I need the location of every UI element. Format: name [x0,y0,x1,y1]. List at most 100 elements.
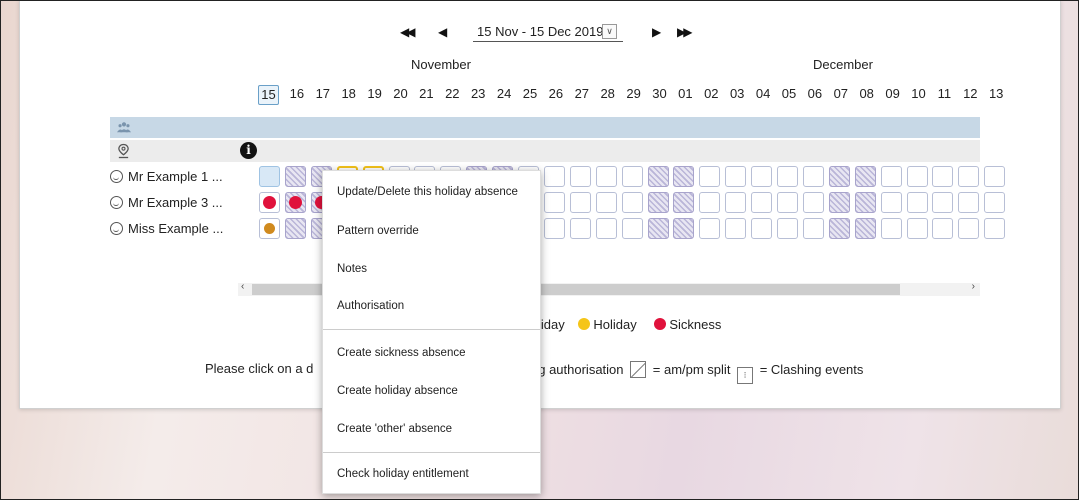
day-cell[interactable] [284,218,306,239]
day-cell[interactable] [751,166,773,187]
scroll-left-icon[interactable]: ‹ [241,281,244,292]
day-label[interactable]: 27 [569,85,595,103]
last-page-icon[interactable]: ▶▶ [677,22,693,42]
day-label[interactable]: 19 [362,85,388,103]
employee-row-3[interactable]: Miss Example ... [110,219,223,239]
day-label[interactable]: 30 [647,85,673,103]
day-label[interactable]: 24 [491,85,517,103]
day-cell[interactable] [854,218,876,239]
day-cell[interactable] [543,218,565,239]
day-cell[interactable] [569,192,591,213]
day-cell[interactable] [284,192,306,213]
first-page-icon[interactable]: ◀◀ [400,22,416,42]
day-cell[interactable] [647,192,669,213]
day-cell[interactable] [854,192,876,213]
day-cell[interactable] [828,166,850,187]
day-label[interactable]: 08 [854,85,880,103]
day-label[interactable]: 09 [880,85,906,103]
day-cell[interactable] [854,166,876,187]
day-cell[interactable] [880,218,902,239]
date-range-select[interactable]: 15 Nov - 15 Dec 2019 ∨ [473,23,623,42]
chevron-down-icon[interactable]: ∨ [602,24,617,39]
day-cell[interactable] [595,166,617,187]
day-cell[interactable] [569,218,591,239]
day-cell[interactable] [621,166,643,187]
menu-item-create-sickness[interactable]: Create sickness absence [323,338,540,368]
day-label[interactable]: 26 [543,85,569,103]
day-cell[interactable] [725,192,747,213]
info-icon[interactable]: i [240,142,257,159]
day-label[interactable]: 01 [672,85,698,103]
day-cell[interactable] [543,166,565,187]
day-label[interactable]: 04 [750,85,776,103]
menu-item-create-holiday[interactable]: Create holiday absence [323,376,540,406]
day-label[interactable]: 02 [698,85,724,103]
day-cell[interactable] [595,218,617,239]
prev-page-icon[interactable]: ◀ [438,22,447,42]
day-cell[interactable] [725,218,747,239]
day-cell[interactable] [751,218,773,239]
day-label[interactable]: 20 [388,85,414,103]
menu-item-authorisation[interactable]: Authorisation [323,291,540,321]
day-cell[interactable] [828,218,850,239]
day-cell[interactable] [673,192,695,213]
day-cell[interactable] [259,166,280,187]
day-cell[interactable] [621,218,643,239]
next-page-icon[interactable]: ▶ [652,22,661,42]
day-cell[interactable] [958,166,980,187]
day-cell[interactable] [932,166,954,187]
day-cell[interactable] [880,166,902,187]
day-label[interactable]: 21 [413,85,439,103]
day-cell[interactable] [259,218,280,239]
day-cell[interactable] [284,166,306,187]
day-cell[interactable] [984,218,1006,239]
day-label[interactable]: 10 [906,85,932,103]
day-cell[interactable] [595,192,617,213]
day-cell[interactable] [725,166,747,187]
day-cell[interactable] [880,192,902,213]
day-cell[interactable] [984,166,1006,187]
day-cell[interactable] [777,218,798,239]
day-cell[interactable] [259,192,280,213]
day-label[interactable]: 07 [828,85,854,103]
day-label[interactable]: 03 [724,85,750,103]
day-cell[interactable] [647,218,669,239]
day-label[interactable]: 06 [802,85,828,103]
employee-row-2[interactable]: Mr Example 3 ... [110,193,223,213]
day-label[interactable]: 12 [957,85,983,103]
day-label[interactable]: 15 [258,85,279,105]
scroll-right-icon[interactable]: › [972,281,975,292]
day-cell[interactable] [906,192,928,213]
day-label[interactable]: 25 [517,85,543,103]
day-cell[interactable] [906,218,928,239]
day-cell[interactable] [802,192,824,213]
day-label[interactable]: 18 [336,85,362,103]
day-cell[interactable] [802,166,824,187]
day-label[interactable]: 11 [931,85,957,103]
day-cell[interactable] [906,166,928,187]
day-label[interactable]: 23 [465,85,491,103]
day-cell[interactable] [828,192,850,213]
day-cell[interactable] [673,166,695,187]
day-cell[interactable] [699,192,721,213]
day-cell[interactable] [958,218,980,239]
day-cell[interactable] [777,192,798,213]
day-cell[interactable] [932,192,954,213]
day-cell[interactable] [802,218,824,239]
day-cell[interactable] [984,192,1006,213]
day-label[interactable]: 13 [983,85,1009,103]
menu-item-create-other[interactable]: Create 'other' absence [323,414,540,444]
day-label[interactable]: 17 [310,85,336,103]
day-cell[interactable] [958,192,980,213]
day-cell[interactable] [569,166,591,187]
menu-item-check-entitlement[interactable]: Check holiday entitlement [323,459,540,489]
day-label[interactable]: 29 [621,85,647,103]
day-label[interactable]: 28 [595,85,621,103]
employee-row-1[interactable]: Mr Example 1 ... [110,167,223,187]
menu-item-notes[interactable]: Notes [323,254,540,284]
day-cell[interactable] [543,192,565,213]
day-cell[interactable] [932,218,954,239]
day-cell[interactable] [751,192,773,213]
day-cell[interactable] [621,192,643,213]
day-label[interactable]: 05 [776,85,802,103]
